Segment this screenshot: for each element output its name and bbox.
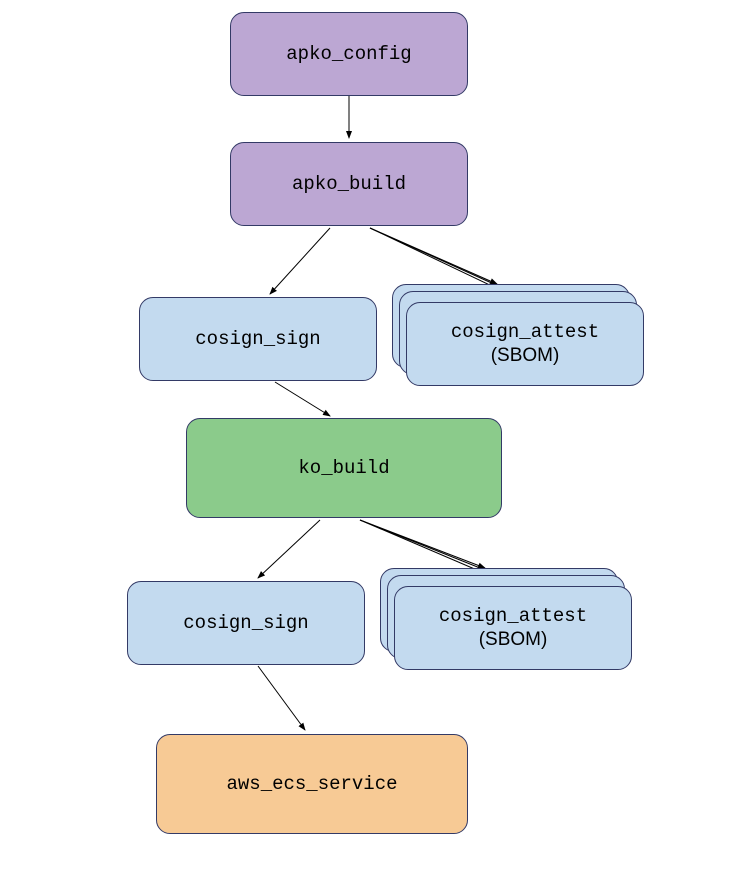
node-aws-ecs-service: aws_ecs_service [156,734,468,834]
node-cosign-attest-1-label: cosign_attest [451,321,599,343]
node-ko-build-label: ko_build [298,457,389,479]
node-cosign-sign-2-label: cosign_sign [183,612,308,634]
node-apko-config-label: apko_config [286,43,411,65]
node-aws-ecs-service-label: aws_ecs_service [226,773,397,795]
node-apko-build: apko_build [230,142,468,226]
node-ko-build: ko_build [186,418,502,518]
node-cosign-attest-2-sublabel: (SBOM) [479,629,548,651]
node-cosign-sign-1-label: cosign_sign [195,328,320,350]
node-cosign-sign-2: cosign_sign [127,581,365,665]
node-cosign-attest-1-sublabel: (SBOM) [491,345,560,367]
node-apko-config: apko_config [230,12,468,96]
node-apko-build-label: apko_build [292,173,406,195]
node-cosign-sign-1: cosign_sign [139,297,377,381]
node-cosign-attest-2-label: cosign_attest [439,605,587,627]
